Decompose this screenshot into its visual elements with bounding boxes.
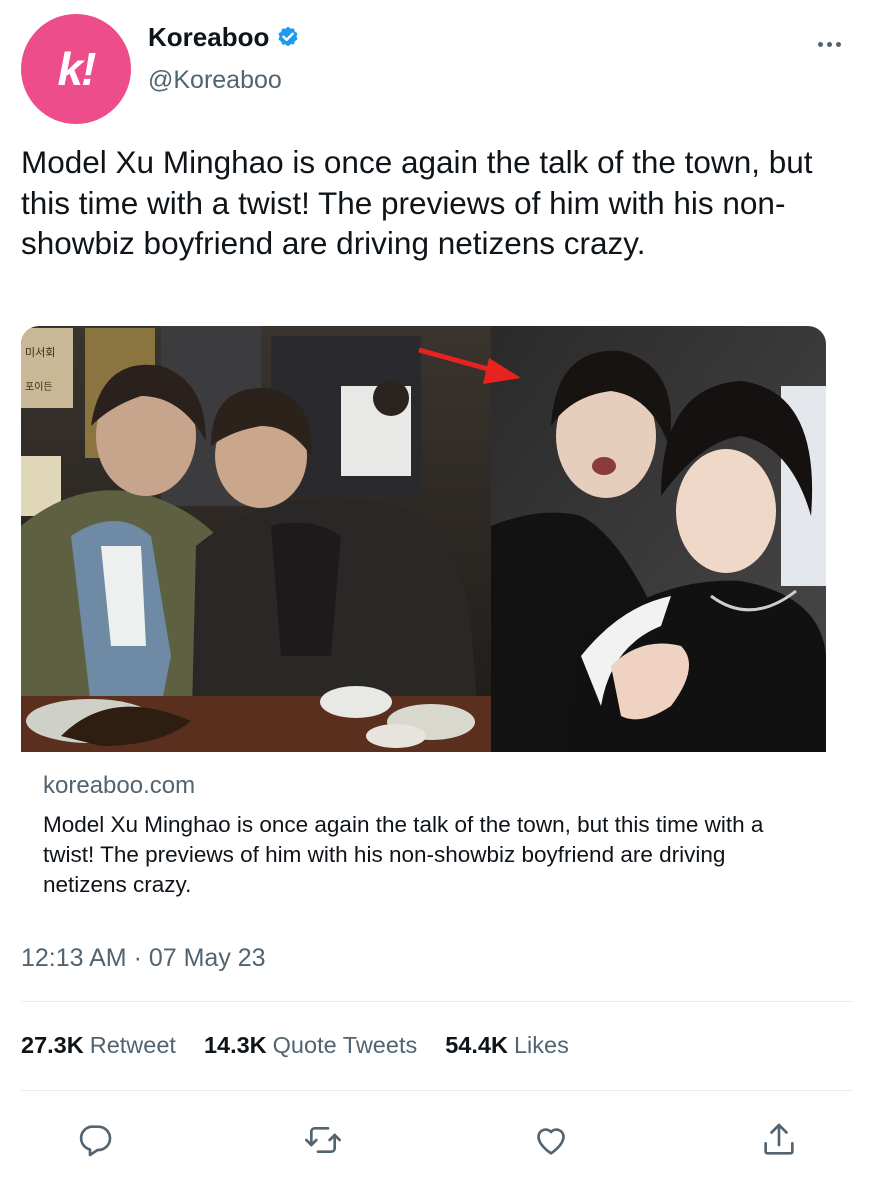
engagement-stats: 27.3K Retweet 14.3K Quote Tweets 54.4K Like… <box>21 1032 569 1059</box>
divider <box>21 1090 853 1091</box>
author-name-row[interactable]: Koreaboo <box>148 22 301 53</box>
quote-tweets-count: 14.3K <box>203 1032 267 1058</box>
restaurant-sign-2: 포이든 <box>25 381 53 393</box>
avatar-logo: k! <box>57 43 97 95</box>
card-title: Model Xu Minghao is once again the talk … <box>43 812 764 897</box>
reply-icon[interactable] <box>75 1120 115 1160</box>
likes-stat[interactable]: 54.4K Likes <box>445 1032 569 1059</box>
handle[interactable]: @Koreaboo <box>148 66 282 95</box>
retweet-icon[interactable] <box>303 1120 343 1160</box>
card-domain: koreaboo.com <box>43 772 196 799</box>
verified-badge-icon <box>278 26 298 46</box>
divider <box>21 1001 853 1002</box>
tweet-timestamp[interactable]: 12:13 AM · 07 May 23 <box>21 944 266 973</box>
avatar[interactable]: k! <box>21 14 131 124</box>
display-name[interactable]: Koreaboo <box>148 22 269 53</box>
quote-tweets-label: Quote Tweets <box>272 1032 418 1058</box>
retweets-label: Retweet <box>89 1032 176 1058</box>
quote-tweets-stat[interactable]: 14.3K Quote Tweets <box>204 1032 417 1059</box>
likes-count: 54.4K <box>445 1032 508 1058</box>
likes-label: Likes <box>513 1032 569 1058</box>
link-card[interactable]: 미서회 포이든 koreaboo.com Model Xu Minghao is… <box>21 326 826 904</box>
share-icon[interactable] <box>759 1120 799 1160</box>
tweet-text: Model Xu Minghao is once again the talk … <box>21 144 813 261</box>
restaurant-sign: 미서회 <box>25 346 55 359</box>
more-icon[interactable] <box>815 36 843 52</box>
retweets-count: 27.3K <box>21 1032 84 1058</box>
card-image: 미서회 포이든 <box>21 326 826 752</box>
retweets-stat[interactable]: 27.3K Retweet <box>21 1032 176 1059</box>
heart-icon[interactable] <box>531 1120 571 1160</box>
